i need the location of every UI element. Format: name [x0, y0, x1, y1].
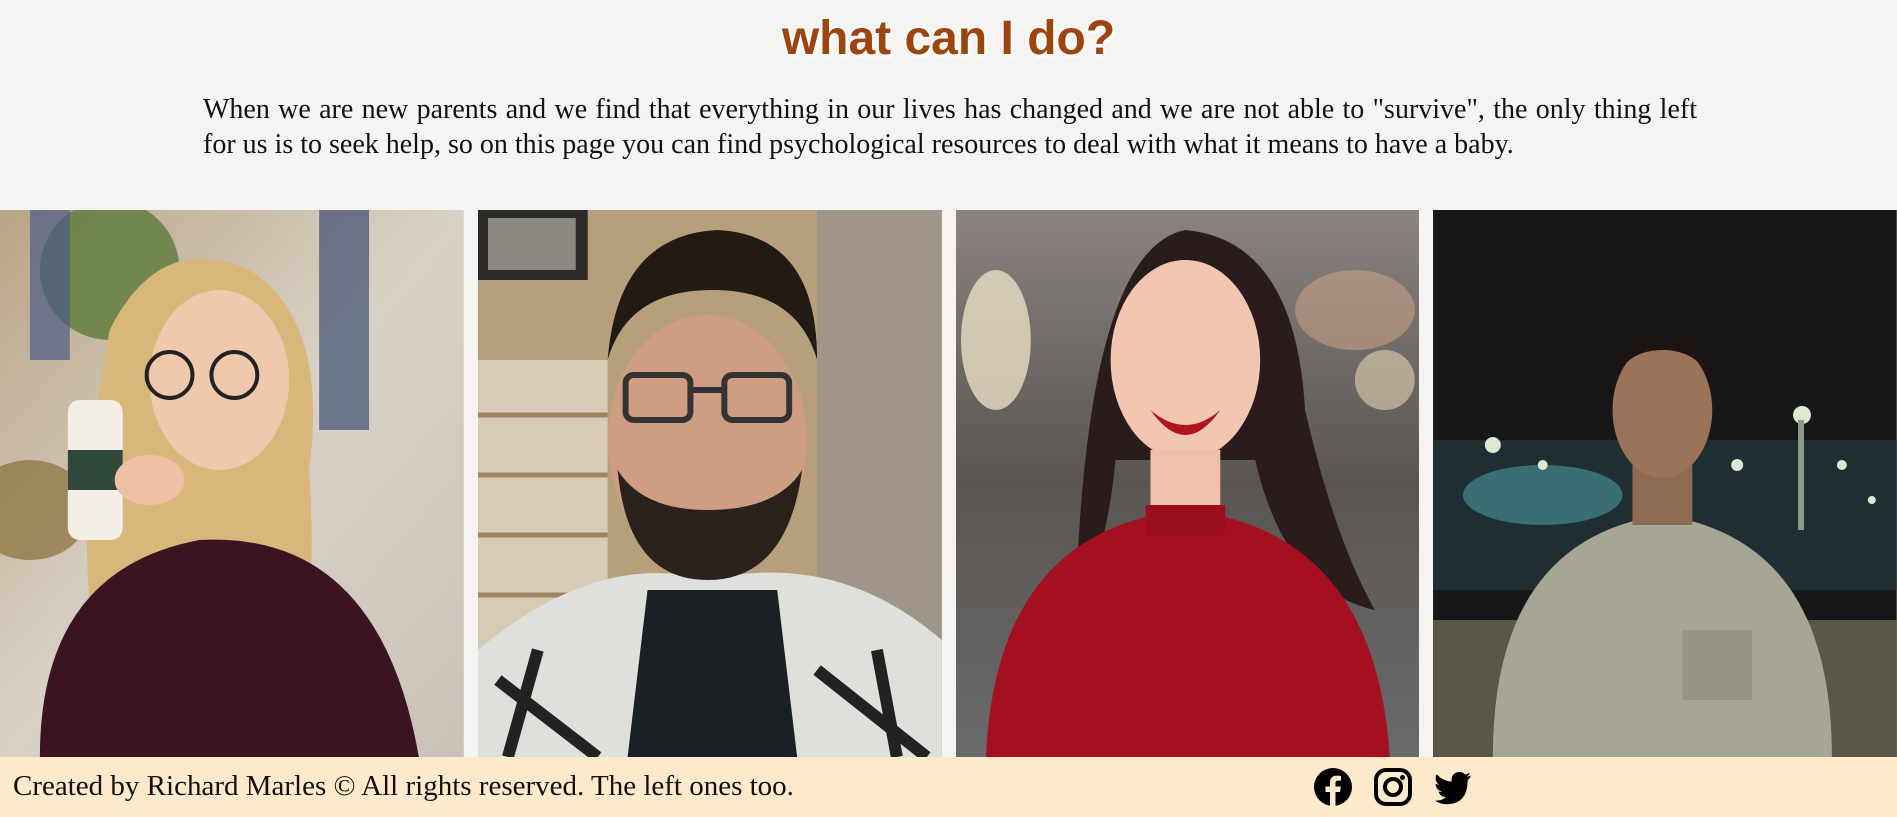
instagram-link[interactable]: [1373, 767, 1413, 807]
instagram-icon: [1374, 768, 1412, 806]
twitter-link[interactable]: [1433, 767, 1473, 807]
photo-woman-coffee: [0, 210, 464, 757]
photo-man-night: [1433, 210, 1897, 757]
photo-gallery: [0, 210, 1897, 757]
page-title: what can I do?: [781, 12, 1116, 65]
facebook-link[interactable]: [1313, 767, 1353, 807]
footer-credits: Created by Richard Marles © All rights r…: [13, 770, 794, 802]
photo-woman-red: [955, 210, 1420, 757]
social-links: [1313, 767, 1473, 807]
photo-man-beard: [477, 210, 942, 757]
facebook-icon: [1314, 768, 1352, 807]
twitter-icon: [1435, 772, 1471, 805]
footer: Created by Richard Marles © All rights r…: [0, 757, 1897, 817]
intro-paragraph: When we are new parents and we find that…: [203, 94, 1697, 160]
